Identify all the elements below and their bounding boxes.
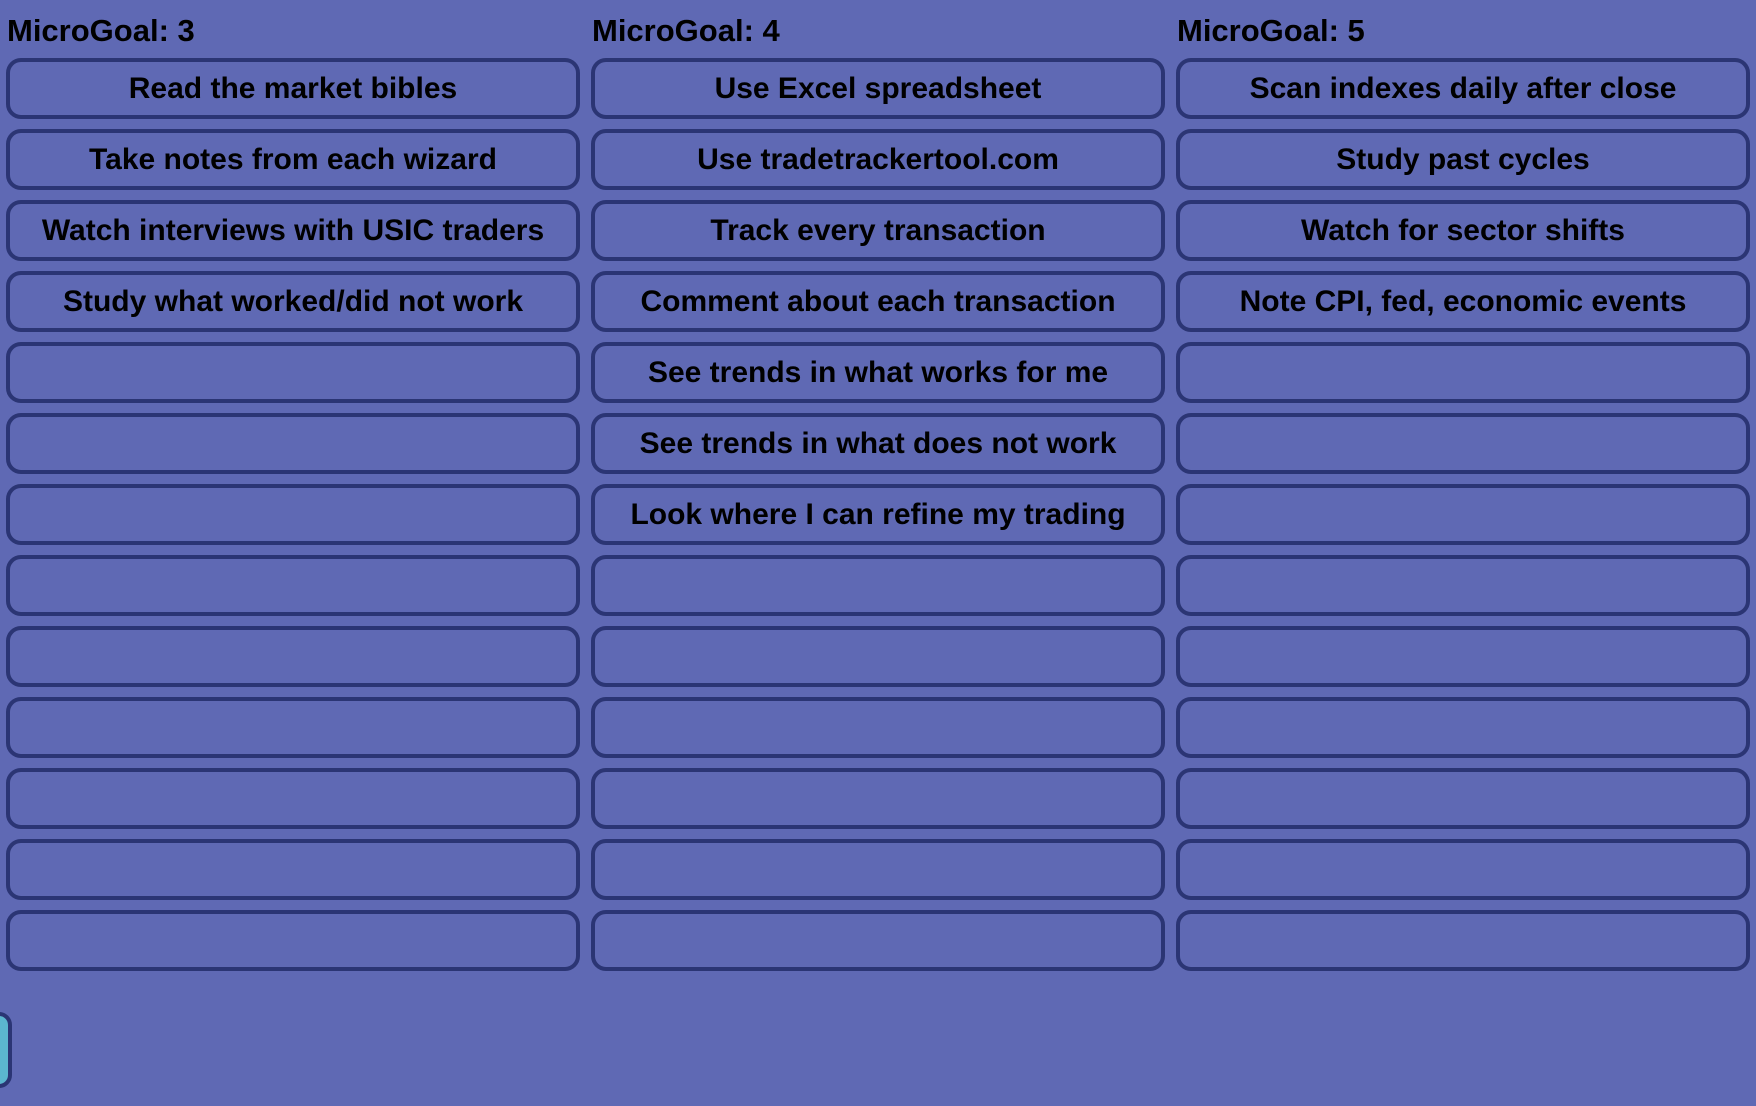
goal-slot[interactable]	[591, 626, 1165, 687]
goal-slot[interactable]	[591, 910, 1165, 971]
goal-slot[interactable]: Study past cycles	[1176, 129, 1750, 190]
goal-slot[interactable]	[6, 555, 580, 616]
goal-slot[interactable]	[1176, 342, 1750, 403]
goal-slot[interactable]: Track every transaction	[591, 200, 1165, 261]
goal-slot[interactable]: Study what worked/did not work	[6, 271, 580, 332]
goal-slot[interactable]	[1176, 839, 1750, 900]
goal-slot[interactable]	[6, 697, 580, 758]
goal-slot[interactable]	[591, 768, 1165, 829]
goal-slot-list: Scan indexes daily after close Study pas…	[1176, 58, 1750, 971]
goal-slot[interactable]	[1176, 626, 1750, 687]
goal-slot[interactable]: Comment about each transaction	[591, 271, 1165, 332]
goal-slot[interactable]: Watch for sector shifts	[1176, 200, 1750, 261]
goal-slot[interactable]	[591, 697, 1165, 758]
goal-slot[interactable]	[591, 839, 1165, 900]
side-panel-tab[interactable]	[0, 1012, 12, 1088]
goal-slot[interactable]: Use Excel spreadsheet	[591, 58, 1165, 119]
goal-slot[interactable]	[1176, 910, 1750, 971]
goal-slot-list: Read the market bibles Take notes from e…	[6, 58, 580, 971]
goal-slot[interactable]: Take notes from each wizard	[6, 129, 580, 190]
goal-slot[interactable]: Read the market bibles	[6, 58, 580, 119]
microgoal-column-4: MicroGoal: 4 Use Excel spreadsheet Use t…	[591, 0, 1165, 971]
goal-slot[interactable]: See trends in what does not work	[591, 413, 1165, 474]
goal-slot[interactable]	[1176, 555, 1750, 616]
microgoal-column-3: MicroGoal: 3 Read the market bibles Take…	[6, 0, 580, 971]
goal-slot-list: Use Excel spreadsheet Use tradetrackerto…	[591, 58, 1165, 971]
goal-slot[interactable]: Use tradetrackertool.com	[591, 129, 1165, 190]
goal-slot[interactable]	[1176, 697, 1750, 758]
goal-slot[interactable]: Scan indexes daily after close	[1176, 58, 1750, 119]
goal-slot[interactable]	[1176, 768, 1750, 829]
goal-slot[interactable]: See trends in what works for me	[591, 342, 1165, 403]
goal-slot[interactable]: Note CPI, fed, economic events	[1176, 271, 1750, 332]
goal-slot[interactable]	[591, 555, 1165, 616]
column-title: MicroGoal: 4	[592, 13, 780, 48]
goal-slot[interactable]	[6, 342, 580, 403]
goal-slot[interactable]	[6, 413, 580, 474]
microgoal-column-5: MicroGoal: 5 Scan indexes daily after cl…	[1176, 0, 1750, 971]
goal-slot[interactable]: Look where I can refine my trading	[591, 484, 1165, 545]
goal-slot[interactable]	[6, 768, 580, 829]
column-title: MicroGoal: 5	[1177, 13, 1365, 48]
goal-slot[interactable]	[1176, 484, 1750, 545]
goal-slot[interactable]: Watch interviews with USIC traders	[6, 200, 580, 261]
goal-slot[interactable]	[6, 626, 580, 687]
column-title: MicroGoal: 3	[7, 13, 195, 48]
goal-slot[interactable]	[1176, 413, 1750, 474]
goal-slot[interactable]	[6, 839, 580, 900]
goal-slot[interactable]	[6, 910, 580, 971]
microgoal-board: MicroGoal: 3 Read the market bibles Take…	[6, 0, 1750, 971]
goal-slot[interactable]	[6, 484, 580, 545]
